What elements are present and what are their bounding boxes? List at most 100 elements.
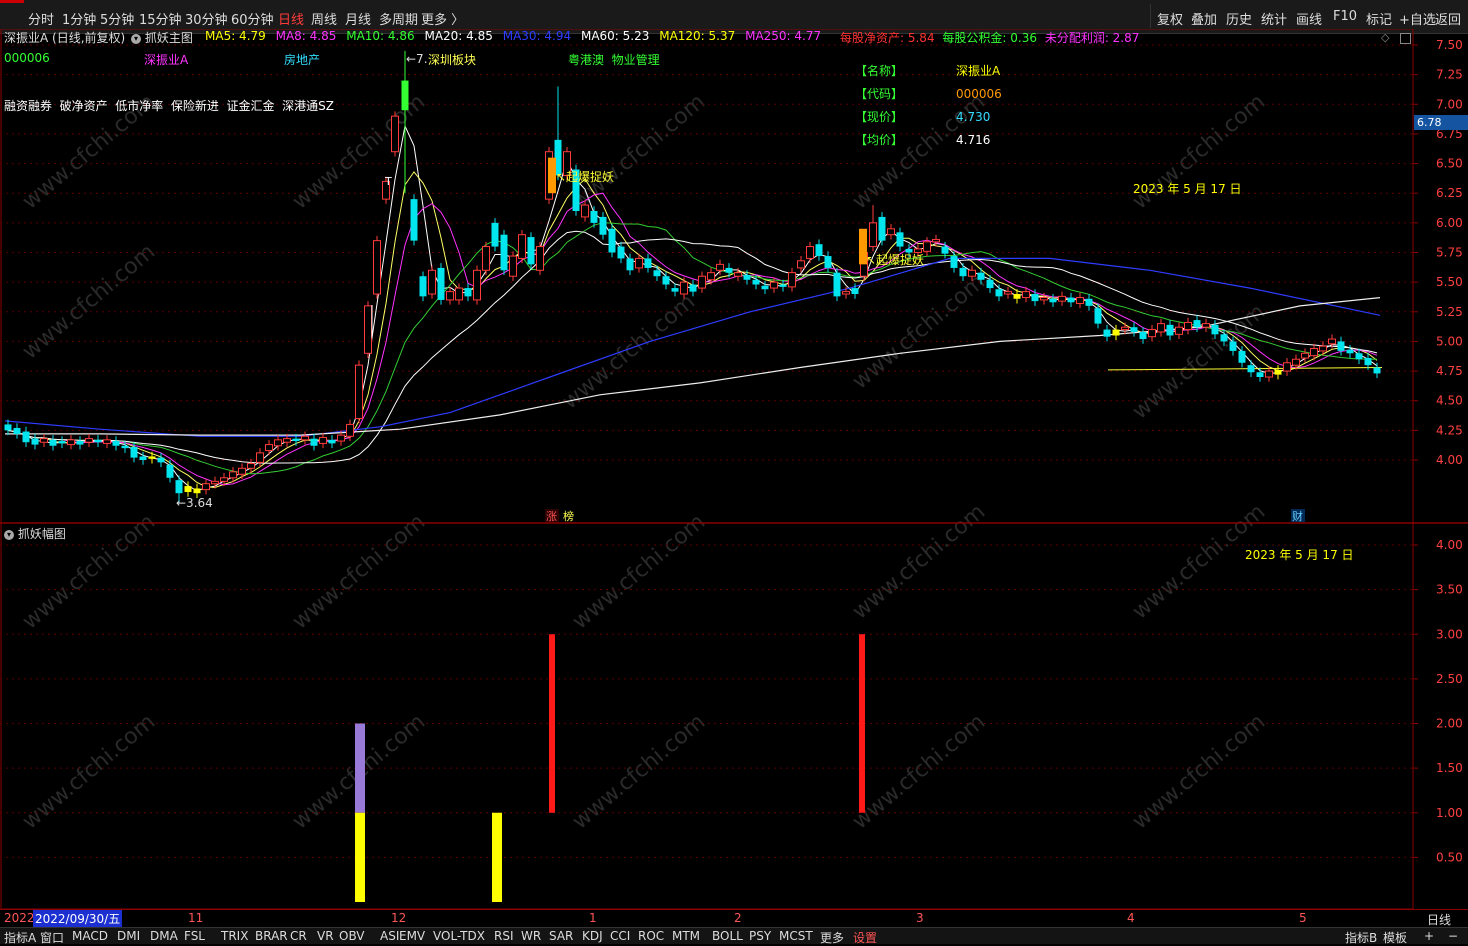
candle-body <box>1238 350 1246 363</box>
watermark: www.cfchi.com <box>288 509 430 634</box>
candle-body <box>130 446 138 458</box>
zoom-out-button[interactable]: − <box>1448 929 1458 943</box>
candle-body <box>373 240 381 295</box>
indicator-tab-sar[interactable]: SAR <box>549 929 573 943</box>
zoom-in-button[interactable]: + <box>1424 929 1434 943</box>
indicator-tab-boll[interactable]: BOLL <box>712 929 743 943</box>
candle-body <box>103 439 111 444</box>
ma60-value: MA60: 5.23 <box>580 29 650 43</box>
mark-button[interactable]: 标记 <box>1366 9 1392 28</box>
indicator-tab-[interactable]: 更多 <box>820 929 844 946</box>
candle-body <box>1310 348 1318 357</box>
y-tick-label: 2.00 <box>1436 717 1463 731</box>
period-tab-fenshi[interactable]: 分时 <box>28 9 54 28</box>
indicator-a-tab[interactable]: 指标A <box>4 929 36 946</box>
watermark: www.cfchi.com <box>568 89 710 214</box>
settings-tab[interactable]: 设置 <box>853 929 877 946</box>
month-label: 11 <box>188 911 204 925</box>
period-tab-weekly[interactable]: 周线 <box>311 9 337 28</box>
y-tick-label: 7.50 <box>1436 38 1463 52</box>
overlay-button[interactable]: 叠加 <box>1191 9 1217 28</box>
corner-accent <box>0 0 24 3</box>
add-favorite-button[interactable]: +自选 <box>1399 9 1436 28</box>
indicator-tab-kdj[interactable]: KDJ <box>582 929 603 943</box>
window-tab[interactable]: 窗口 <box>40 929 64 946</box>
period-tab-30min[interactable]: 30分钟 <box>185 9 228 28</box>
candle-body <box>1193 320 1201 328</box>
candle-body <box>1040 297 1048 301</box>
indicator-tab-emv[interactable]: EMV <box>399 929 425 943</box>
indicator-tab-vr[interactable]: VR <box>317 929 334 943</box>
signal-label: ↖起爆捉妖 <box>866 252 924 267</box>
y-tick-label: 5.25 <box>1436 305 1463 319</box>
period-tab-monthly[interactable]: 月线 <box>345 9 371 28</box>
candle-body <box>1247 365 1255 373</box>
y-tick-label: 3.50 <box>1436 583 1463 597</box>
candle-body <box>1373 367 1381 374</box>
candle-body <box>527 237 535 265</box>
draw-line-button[interactable]: 画线 <box>1296 9 1322 28</box>
sub-chart-title[interactable]: ▾ 抓妖幅图 <box>4 525 66 542</box>
f10-button[interactable]: F10 <box>1333 9 1357 24</box>
period-tab-multi[interactable]: 多周期 <box>379 9 418 28</box>
candle-body <box>76 441 84 445</box>
indicator-tab-trix[interactable]: TRIX <box>221 929 248 943</box>
indicator-tab-cci[interactable]: CCI <box>610 929 630 943</box>
indicator-selector[interactable]: ▾ 抓妖主图 <box>131 29 193 46</box>
indicator-tab-mtm[interactable]: MTM <box>672 929 700 943</box>
indicator-tab-cr[interactable]: CR <box>290 929 307 943</box>
diamond-icon[interactable]: ◇ <box>1381 31 1389 44</box>
month-label: 2 <box>734 911 742 925</box>
candle-body <box>932 238 940 243</box>
grid-layer: 7.507.257.006.756.506.256.005.755.505.25… <box>0 29 1468 909</box>
back-button[interactable]: 返回 <box>1435 9 1461 28</box>
candle-body <box>292 438 300 442</box>
template-tab[interactable]: 模板 <box>1383 929 1407 946</box>
maximize-icon[interactable] <box>1400 33 1411 44</box>
indicator-tab-dma[interactable]: DMA <box>150 929 178 943</box>
period-tab-15min[interactable]: 15分钟 <box>139 9 182 28</box>
indicator-tab-brar[interactable]: BRAR <box>255 929 288 943</box>
candle-body <box>364 305 372 354</box>
indicator-tab-mcst[interactable]: MCST <box>779 929 813 943</box>
candle-body <box>202 483 210 491</box>
indicator-tab-macd[interactable]: MACD <box>72 929 108 943</box>
indicator-tab-fsl[interactable]: FSL <box>184 929 205 943</box>
candle-body <box>121 445 129 449</box>
kline-chart[interactable]: www.cfchi.com www.cfchi.com www.cfchi.com w… <box>0 29 1468 909</box>
period-tab-more[interactable]: 更多 〉 <box>421 9 464 28</box>
candle-body <box>1139 331 1147 340</box>
indicator-b-tab[interactable]: 指标B <box>1345 929 1377 946</box>
candle-body <box>1148 329 1156 338</box>
indicator-tab-wr[interactable]: WR <box>521 929 541 943</box>
indicator-tab-psy[interactable]: PSY <box>749 929 771 943</box>
indicator-tab-asi[interactable]: ASI <box>380 929 399 943</box>
period-tab-1min[interactable]: 1分钟 <box>62 9 96 28</box>
candle-body <box>689 284 697 292</box>
candle-body <box>833 272 841 297</box>
period-tab-60min[interactable]: 60分钟 <box>231 9 274 28</box>
indicator-tab-roc[interactable]: ROC <box>638 929 664 943</box>
candle-body <box>428 269 436 295</box>
period-indicator[interactable]: 日线 <box>1427 911 1451 928</box>
stats-button[interactable]: 统计 <box>1261 9 1287 28</box>
candle-body <box>770 281 778 289</box>
y-tick-label: 4.50 <box>1436 394 1463 408</box>
candle-body <box>220 477 228 482</box>
candle-body <box>509 255 517 277</box>
candle-body <box>148 456 156 459</box>
sub-chart-bars <box>355 634 865 902</box>
period-tab-daily[interactable]: 日线 <box>278 9 304 28</box>
candle-body <box>878 216 886 241</box>
history-button[interactable]: 历史 <box>1226 9 1252 28</box>
indicator-tab-rsi[interactable]: RSI <box>494 929 514 943</box>
candle-body <box>896 232 904 247</box>
indicator-tab-voltdx[interactable]: VOL-TDX <box>433 929 485 943</box>
indicator-tab-obv[interactable]: OBV <box>339 929 365 943</box>
y-tick-label: 5.50 <box>1436 275 1463 289</box>
indicator-tab-dmi[interactable]: DMI <box>117 929 140 943</box>
info-label-name: 【名称】 <box>855 64 904 78</box>
month-label: 12 <box>391 911 407 925</box>
fuquan-button[interactable]: 复权 <box>1157 9 1183 28</box>
period-tab-5min[interactable]: 5分钟 <box>100 9 134 28</box>
